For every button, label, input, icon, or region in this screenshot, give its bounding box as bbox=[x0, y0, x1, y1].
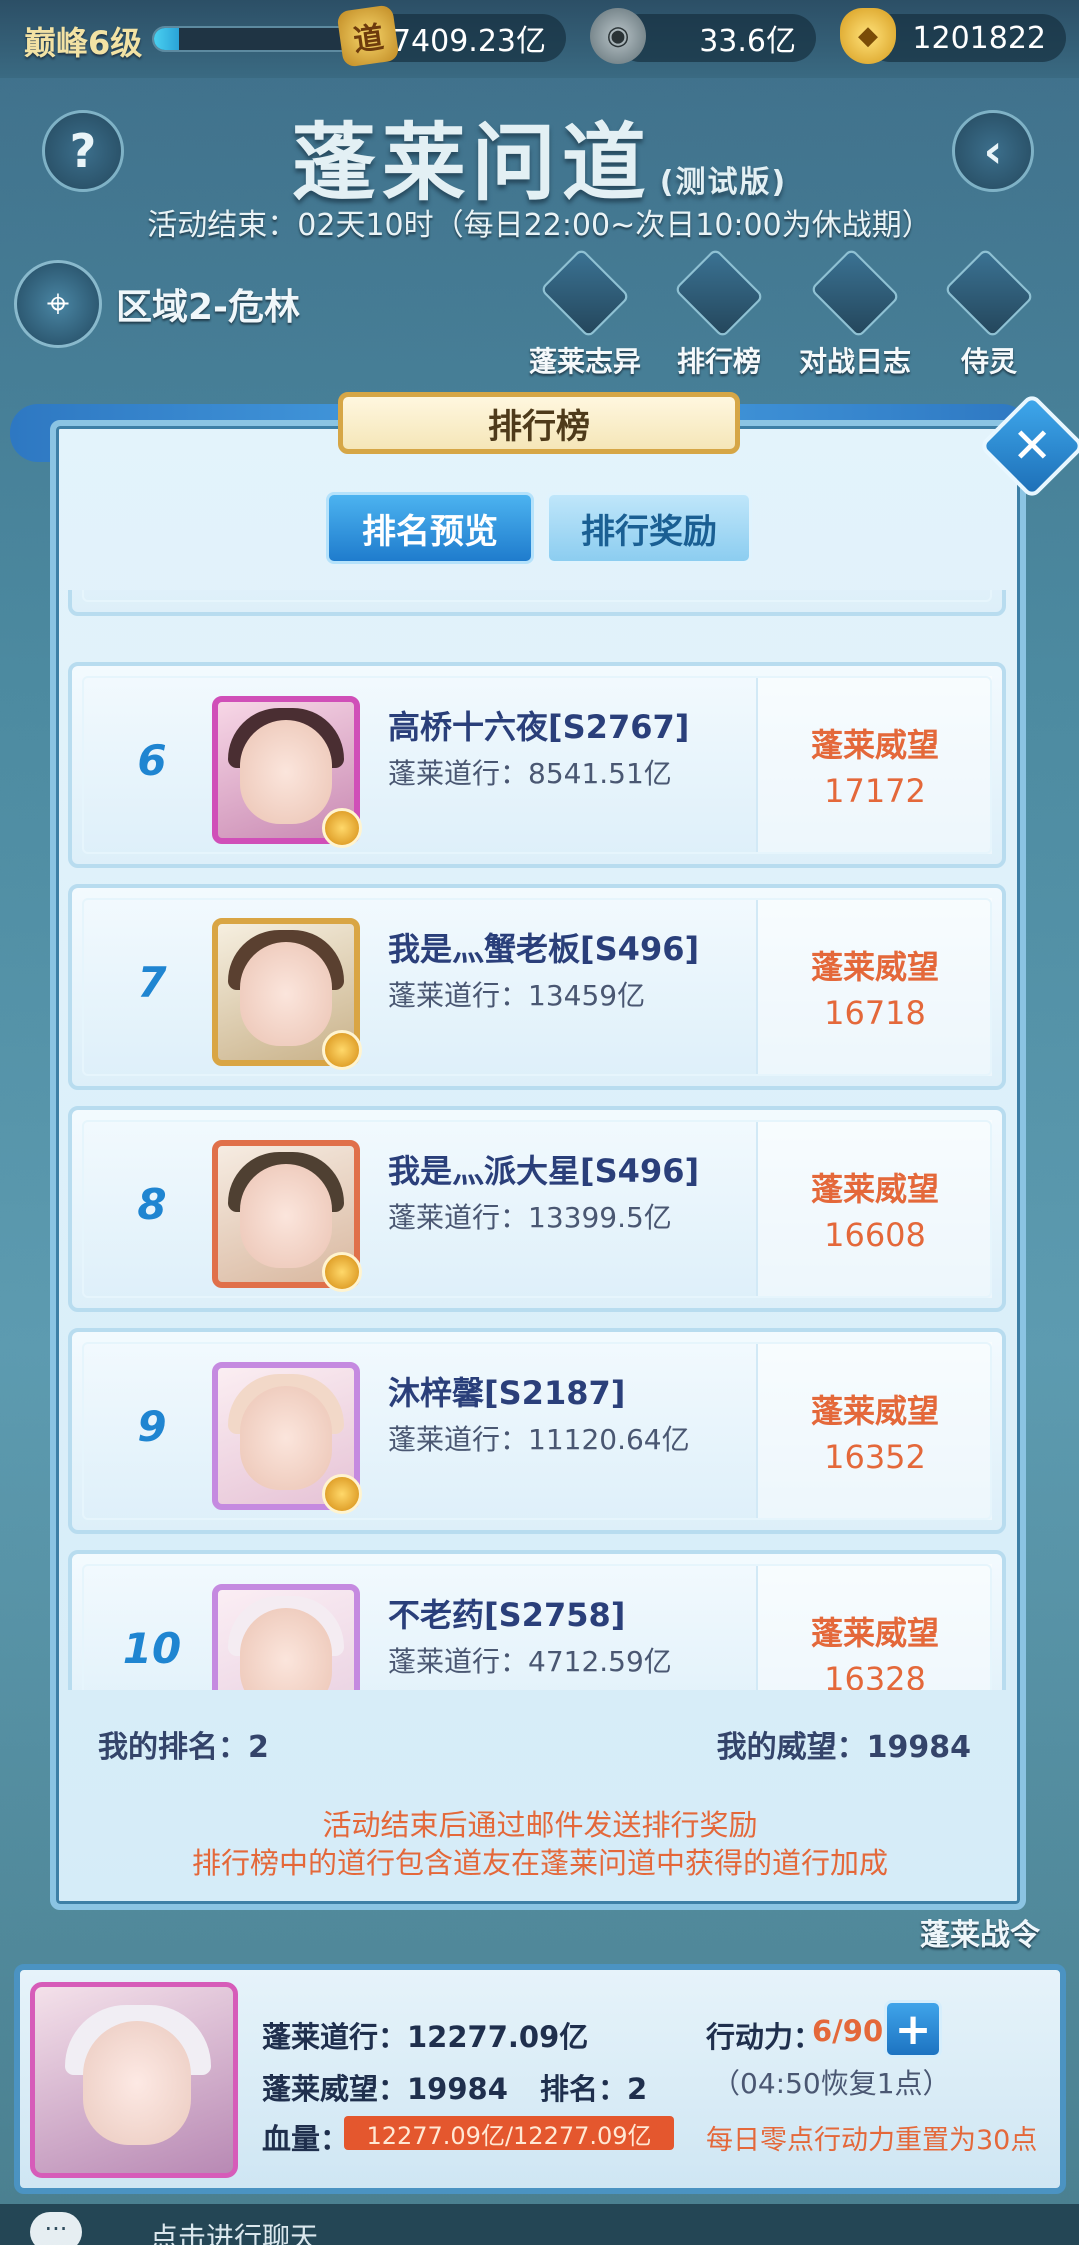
spirit-icon bbox=[943, 247, 1035, 339]
close-icon: ✕ bbox=[1011, 418, 1053, 474]
map-pin-icon: ⌖ bbox=[14, 260, 102, 348]
add-action-points-button[interactable]: + bbox=[884, 2000, 942, 2058]
region-label: 区域2-危林 bbox=[116, 287, 300, 328]
table-row[interactable]: 8 我是灬派大星[S496] 蓬莱道行：13399.5亿 蓬莱威望 16608 bbox=[68, 1106, 1006, 1312]
chat-bubble-icon[interactable]: ··· bbox=[30, 2212, 82, 2245]
player-daoxing: 蓬莱道行：8541.51亿 bbox=[388, 757, 672, 790]
my-prestige: 我的威望：19984 bbox=[716, 1730, 971, 1765]
player-prestige: 蓬莱威望：19984 bbox=[262, 2072, 508, 2106]
player-name: 我是灬蟹老板[S496] bbox=[388, 930, 700, 968]
hp-bar: 12277.09亿/12277.09亿 bbox=[344, 2116, 674, 2150]
coin-currency-pill[interactable]: 33.6亿 bbox=[616, 14, 816, 62]
my-rank: 我的排名：2 bbox=[98, 1730, 269, 1765]
feature-penglai-zhiyi[interactable]: 蓬莱志异 bbox=[520, 247, 650, 380]
gold-currency-pill[interactable]: 1201822 bbox=[866, 14, 1066, 62]
medal-icon bbox=[322, 1252, 362, 1292]
back-arrow-icon: ‹ bbox=[983, 124, 1003, 178]
feature-spirit[interactable]: 侍灵 bbox=[924, 247, 1054, 380]
rank-number: 6 bbox=[137, 736, 167, 785]
prestige-value: 16328 bbox=[824, 1660, 926, 1690]
player-daoxing: 蓬莱道行：13399.5亿 bbox=[388, 1201, 672, 1234]
back-button[interactable]: ‹ bbox=[952, 110, 1034, 192]
table-row[interactable]: 10 不老药[S2758] 蓬莱道行：4712.59亿 蓬莱威望 16328 bbox=[68, 1550, 1006, 1690]
table-row[interactable]: 6 高桥十六夜[S2767] 蓬莱道行：8541.51亿 蓬莱威望 17172 bbox=[68, 662, 1006, 868]
table-row bbox=[68, 590, 1006, 616]
daoxing-notice: 排行榜中的道行包含道友在蓬莱问道中获得的道行加成 bbox=[191, 1846, 888, 1880]
player-name: 高桥十六夜[S2767] bbox=[388, 708, 690, 746]
feature-ranking[interactable]: 排行榜 bbox=[654, 247, 784, 380]
player-name: 沐梓馨[S2187] bbox=[388, 1374, 626, 1412]
activity-countdown: 活动结束：02天10时（每日22:00~次日10:00为休战期） bbox=[147, 208, 932, 243]
rank-number: 7 bbox=[137, 958, 167, 1007]
prestige-value: 16608 bbox=[824, 1216, 926, 1254]
region-selector[interactable]: ⌖ 区域2-危林 bbox=[14, 260, 344, 348]
avatar[interactable] bbox=[212, 918, 362, 1070]
prestige-cell: 蓬莱威望 16608 bbox=[756, 1120, 992, 1298]
exp-progress-bar bbox=[152, 26, 362, 52]
avatar[interactable] bbox=[30, 1982, 238, 2178]
exp-progress-fill bbox=[154, 28, 179, 50]
avatar[interactable] bbox=[212, 1140, 362, 1292]
gold-currency-value: 1201822 bbox=[912, 20, 1046, 56]
player-name: 不老药[S2758] bbox=[388, 1596, 626, 1634]
avatar[interactable] bbox=[212, 696, 362, 848]
rank-number: 10 bbox=[122, 1624, 182, 1673]
reward-notice: 活动结束后通过邮件发送排行奖励 bbox=[322, 1808, 758, 1842]
plus-icon: + bbox=[894, 2003, 932, 2055]
coin-currency-icon: ◉ bbox=[590, 8, 646, 64]
player-daoxing: 蓬莱道行：13459亿 bbox=[388, 979, 646, 1012]
medal-icon bbox=[322, 1474, 362, 1514]
recover-timer: （04:50恢复1点） bbox=[712, 2067, 951, 2100]
medal-icon bbox=[322, 808, 362, 848]
medal-icon bbox=[322, 1030, 362, 1070]
avatar[interactable] bbox=[212, 1584, 360, 1690]
player-level: 巅峰6级 bbox=[24, 24, 143, 62]
panel-title: 排行榜 bbox=[338, 392, 740, 454]
avatar[interactable] bbox=[212, 1362, 362, 1514]
hp-value: 12277.09亿/12277.09亿 bbox=[366, 2121, 652, 2150]
chat-input[interactable]: 点击进行聊天 bbox=[150, 2216, 318, 2245]
gold-ingot-icon: ◆ bbox=[840, 8, 896, 64]
tab-ranking-preview[interactable]: 排名预览 bbox=[326, 492, 534, 564]
reset-note: 每日零点行动力重置为30点 bbox=[706, 2125, 1038, 2156]
coin-currency-value: 33.6亿 bbox=[699, 24, 796, 59]
action-points-label: 行动力： bbox=[706, 2020, 823, 2054]
ranking-list[interactable]: 6 高桥十六夜[S2767] 蓬莱道行：8541.51亿 蓬莱威望 17172 … bbox=[68, 590, 1006, 1690]
prestige-cell: 蓬莱威望 16352 bbox=[756, 1342, 992, 1520]
prestige-cell: 蓬莱威望 17172 bbox=[756, 676, 992, 854]
page-title: 蓬莱问道 (测试版) bbox=[291, 114, 788, 212]
book-icon bbox=[809, 247, 901, 339]
table-row[interactable]: 7 我是灬蟹老板[S496] 蓬莱道行：13459亿 蓬莱威望 16718 bbox=[68, 884, 1006, 1090]
ranking-icon bbox=[673, 247, 765, 339]
table-row[interactable]: 9 沐梓馨[S2187] 蓬莱道行：11120.64亿 蓬莱威望 16352 bbox=[68, 1328, 1006, 1534]
player-daoxing: 蓬莱道行：4712.59亿 bbox=[388, 1645, 672, 1678]
dao-currency-icon: 道 bbox=[336, 4, 400, 68]
hp-label: 血量： bbox=[262, 2122, 350, 2156]
prestige-value: 17172 bbox=[824, 772, 926, 810]
rank-number: 9 bbox=[137, 1402, 167, 1451]
tab-ranking-rewards[interactable]: 排行奖励 bbox=[546, 492, 752, 564]
prestige-cell: 蓬莱威望 16328 bbox=[756, 1564, 992, 1690]
player-daoxing: 蓬莱道行：11120.64亿 bbox=[388, 1423, 690, 1456]
player-name: 我是灬派大星[S496] bbox=[388, 1152, 700, 1190]
action-points-value: 6/90 bbox=[812, 2014, 884, 2048]
rank-number: 8 bbox=[137, 1180, 167, 1229]
feature-battle-log[interactable]: 对战日志 bbox=[790, 247, 920, 380]
prestige-value: 16718 bbox=[824, 994, 926, 1032]
scroll-icon bbox=[539, 247, 631, 339]
prestige-cell: 蓬莱威望 16718 bbox=[756, 898, 992, 1076]
battle-order-button[interactable]: 蓬莱战令 bbox=[920, 1910, 1040, 1954]
player-daoxing: 蓬莱道行：12277.09亿 bbox=[262, 2020, 589, 2054]
dao-currency-value: 7409.23亿 bbox=[391, 24, 546, 59]
title-suffix: (测试版) bbox=[659, 165, 788, 200]
prestige-value: 16352 bbox=[824, 1438, 926, 1476]
player-rank: 排名：2 bbox=[540, 2072, 648, 2106]
